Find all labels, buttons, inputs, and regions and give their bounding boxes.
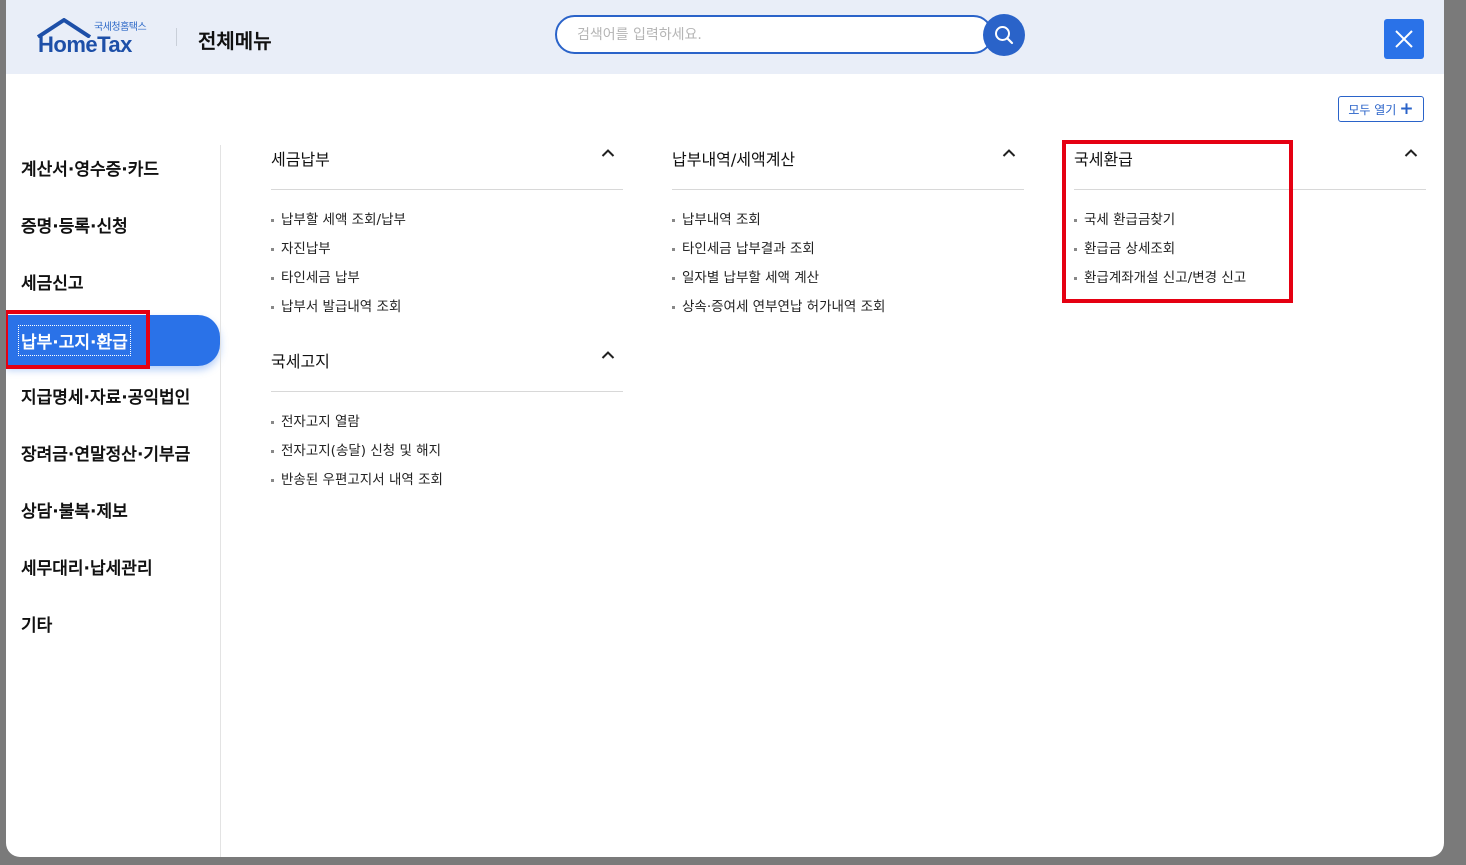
full-menu-modal: 국세청홈택스 HomeTax 전체메뉴 모두 열기 + 계산서·영수증·카드 증… (6, 0, 1444, 857)
link-list: 전자고지 열람 전자고지(송달) 신청 및 해지 반송된 우편고지서 내역 조회 (271, 392, 623, 495)
sidebar-item-consult-appeal[interactable]: 상담·불복·제보 (6, 484, 220, 535)
sidebar-item-incentive-yearend[interactable]: 장려금·연말정산·기부금 (6, 427, 220, 478)
plus-icon: + (1399, 98, 1414, 119)
menu-link[interactable]: 환급계좌개설 신고/변경 신고 (1074, 264, 1426, 293)
link-list: 납부할 세액 조회/납부 자진납부 타인세금 납부 납부서 발급내역 조회 (271, 190, 623, 322)
section-title: 국세고지 (271, 352, 330, 371)
close-icon (1395, 30, 1413, 48)
chevron-up-icon (1002, 149, 1016, 157)
menu-link[interactable]: 자진납부 (271, 235, 623, 264)
sidebar-item-label: 증명·등록·신청 (21, 217, 128, 237)
expand-all-label: 모두 열기 (1348, 102, 1397, 117)
menu-link[interactable]: 국세 환급금찾기 (1074, 206, 1426, 235)
sidebar-item-payment-statement[interactable]: 지급명세·자료·공익법인 (6, 370, 220, 421)
menu-link[interactable]: 전자고지(송달) 신청 및 해지 (271, 437, 623, 466)
menu-link-label: 납부할 세액 조회/납부 (281, 212, 406, 228)
section-header[interactable]: 납부내역/세액계산 (672, 142, 1024, 190)
sidebar-item-label: 상담·불복·제보 (21, 502, 128, 522)
sidebar-item-etc[interactable]: 기타 (6, 598, 220, 649)
logo-subtitle: 국세청홈택스 (94, 22, 147, 33)
sidebar-item-tax-agent[interactable]: 세무대리·납세관리 (6, 541, 220, 592)
menu-link[interactable]: 환급금 상세조회 (1074, 235, 1426, 264)
sidebar-item-label: 계산서·영수증·카드 (21, 160, 160, 180)
sidebar-item-label: 기타 (21, 616, 53, 636)
menu-link-label: 환급금 상세조회 (1084, 241, 1176, 257)
hometax-logo[interactable]: 국세청홈택스 HomeTax (36, 18, 156, 58)
section-header[interactable]: 국세환급 (1074, 142, 1426, 190)
menu-link-label: 타인세금 납부결과 조회 (682, 241, 815, 257)
menu-link-label: 타인세금 납부 (281, 270, 360, 286)
section-tax-payment: 세금납부 납부할 세액 조회/납부 자진납부 타인세금 납부 납부서 발급내역 … (271, 142, 623, 322)
menu-link[interactable]: 납부내역 조회 (672, 206, 1024, 235)
sidebar-item-payment-notice-refund[interactable]: 납부·고지·환급 (6, 315, 220, 366)
header: 국세청홈택스 HomeTax 전체메뉴 (6, 0, 1444, 74)
section-title: 납부내역/세액계산 (672, 150, 796, 169)
section-header[interactable]: 세금납부 (271, 142, 623, 190)
section-tax-notice: 국세고지 전자고지 열람 전자고지(송달) 신청 및 해지 반송된 우편고지서 … (271, 344, 623, 495)
sidebar-item-label: 장려금·연말정산·기부금 (21, 445, 191, 465)
menu-link-label: 국세 환급금찾기 (1084, 212, 1176, 228)
sidebar-item-label: 지급명세·자료·공익법인 (21, 388, 191, 408)
section-title: 세금납부 (271, 150, 330, 169)
sidebar-divider (220, 145, 221, 857)
link-list: 국세 환급금찾기 환급금 상세조회 환급계좌개설 신고/변경 신고 (1074, 190, 1426, 293)
menu-link[interactable]: 납부할 세액 조회/납부 (271, 206, 623, 235)
sidebar-item-invoice-receipt-card[interactable]: 계산서·영수증·카드 (6, 142, 220, 193)
search-button[interactable] (983, 14, 1025, 56)
chevron-up-icon (601, 149, 615, 157)
menu-link[interactable]: 일자별 납부할 세액 계산 (672, 264, 1024, 293)
menu-link[interactable]: 반송된 우편고지서 내역 조회 (271, 466, 623, 495)
sidebar-item-label: 세금신고 (21, 274, 84, 294)
header-divider (176, 28, 177, 46)
menu-link[interactable]: 상속·증여세 연부연납 허가내역 조회 (672, 293, 1024, 322)
chevron-up-icon (601, 351, 615, 359)
search-input[interactable] (555, 15, 993, 54)
menu-link-label: 전자고지(송달) 신청 및 해지 (281, 443, 442, 459)
sidebar-item-tax-filing[interactable]: 세금신고 (6, 256, 220, 307)
menu-link-label: 반송된 우편고지서 내역 조회 (281, 472, 443, 488)
close-button[interactable] (1384, 19, 1424, 59)
menu-link[interactable]: 타인세금 납부 (271, 264, 623, 293)
menu-link-label: 전자고지 열람 (281, 414, 360, 430)
sidebar-item-label: 세무대리·납세관리 (21, 559, 153, 579)
section-title: 국세환급 (1074, 150, 1133, 169)
section-payment-history: 납부내역/세액계산 납부내역 조회 타인세금 납부결과 조회 일자별 납부할 세… (672, 142, 1024, 322)
sidebar-item-label: 납부·고지·환급 (18, 325, 131, 356)
menu-link[interactable]: 납부서 발급내역 조회 (271, 293, 623, 322)
link-list: 납부내역 조회 타인세금 납부결과 조회 일자별 납부할 세액 계산 상속·증여… (672, 190, 1024, 322)
chevron-up-icon (1404, 149, 1418, 157)
menu-link[interactable]: 타인세금 납부결과 조회 (672, 235, 1024, 264)
expand-all-button[interactable]: 모두 열기 + (1338, 96, 1424, 122)
menu-link-label: 상속·증여세 연부연납 허가내역 조회 (682, 299, 886, 315)
logo-text: HomeTax (38, 32, 132, 57)
menu-link-label: 납부내역 조회 (682, 212, 761, 228)
search-icon (995, 26, 1014, 45)
menu-link[interactable]: 전자고지 열람 (271, 408, 623, 437)
menu-link-label: 환급계좌개설 신고/변경 신고 (1084, 270, 1247, 286)
page-title: 전체메뉴 (198, 29, 272, 53)
sidebar-item-certificate-registration[interactable]: 증명·등록·신청 (6, 199, 220, 250)
section-header[interactable]: 국세고지 (271, 344, 623, 392)
menu-link-label: 납부서 발급내역 조회 (281, 299, 402, 315)
section-tax-refund: 국세환급 국세 환급금찾기 환급금 상세조회 환급계좌개설 신고/변경 신고 (1074, 142, 1426, 293)
menu-link-label: 자진납부 (281, 241, 331, 257)
menu-link-label: 일자별 납부할 세액 계산 (682, 270, 820, 286)
